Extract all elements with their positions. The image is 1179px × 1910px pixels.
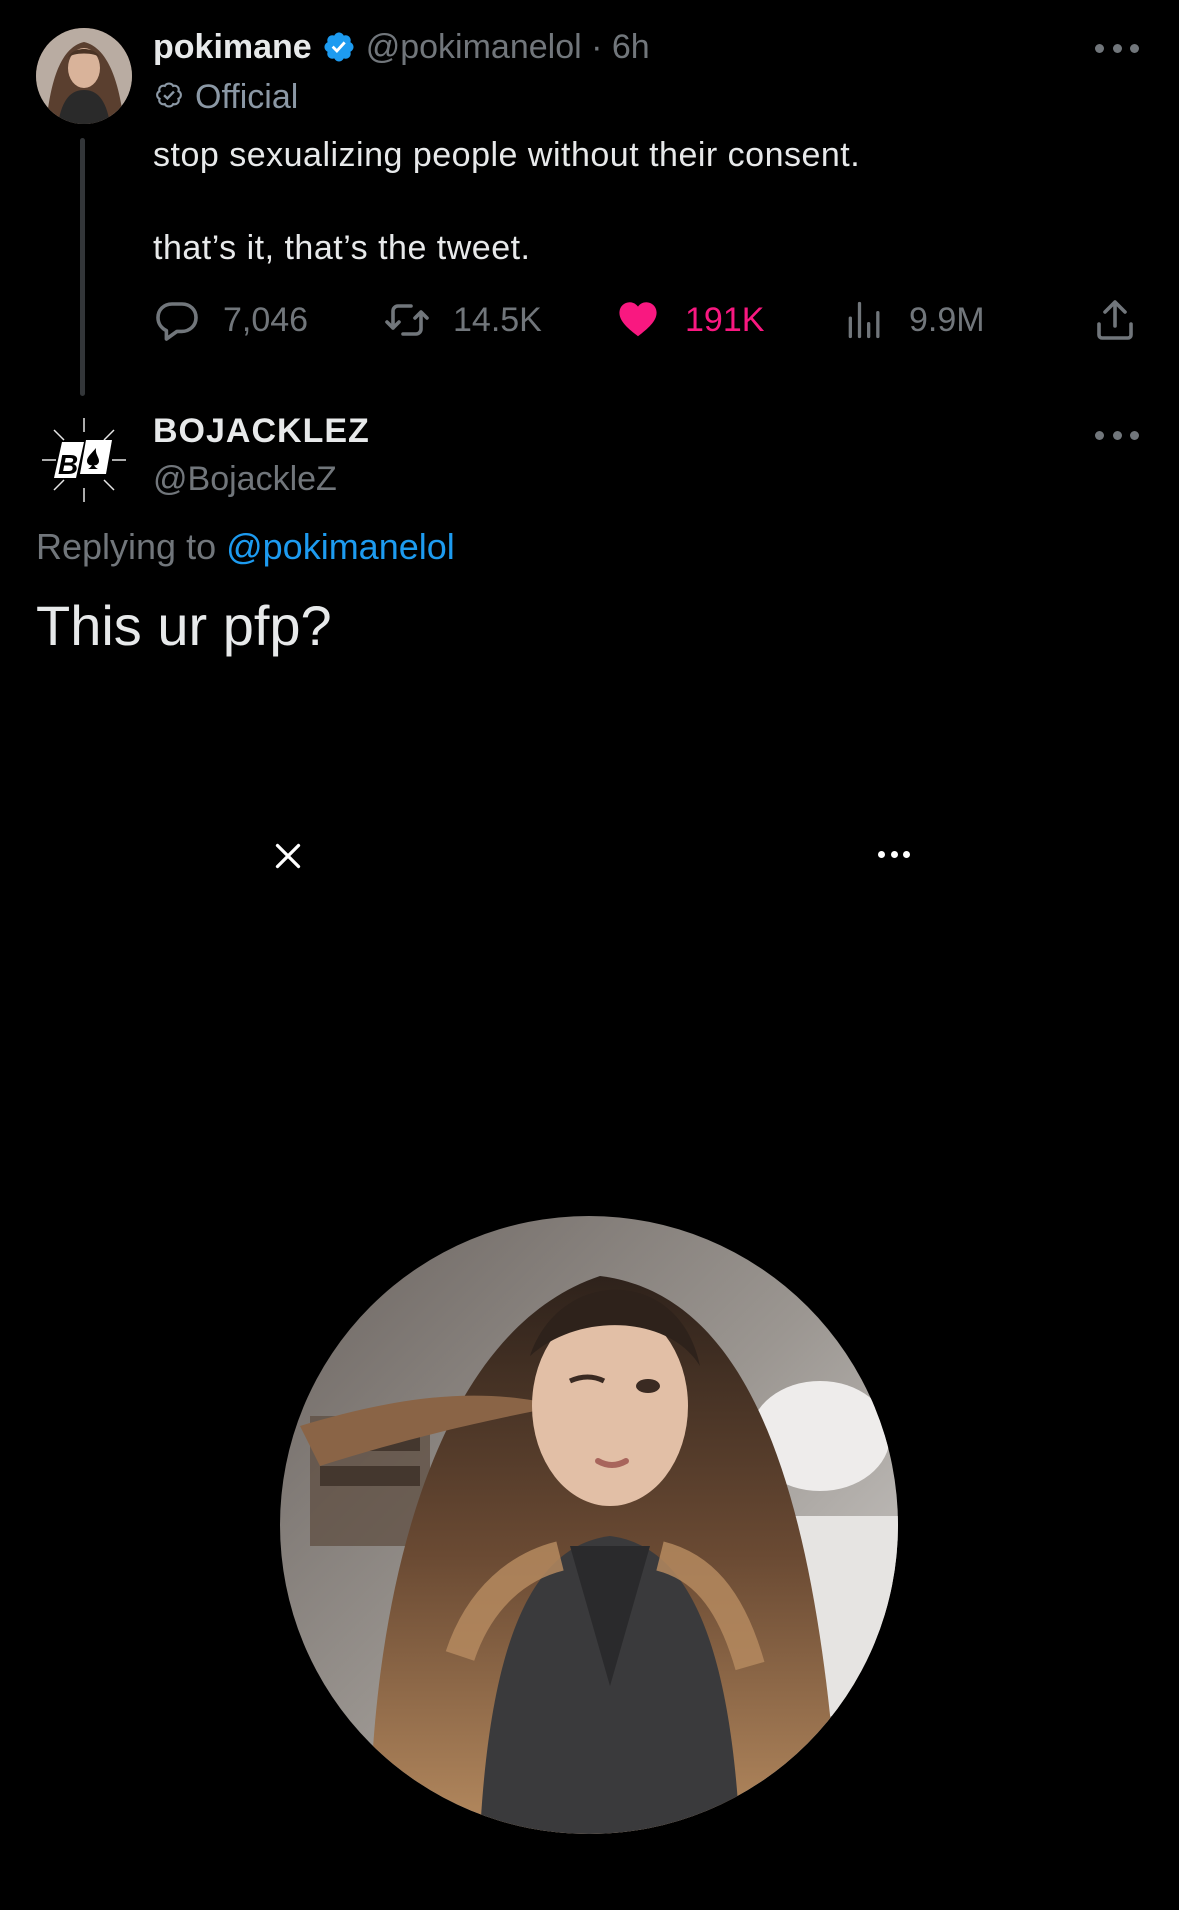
more-icon[interactable]	[1095, 428, 1139, 442]
more-icon[interactable]	[878, 847, 910, 861]
share-button[interactable]	[1091, 292, 1139, 348]
views-icon	[843, 296, 887, 344]
profile-picture	[280, 1216, 898, 1834]
replying-to: Replying to @pokimanelol	[36, 526, 455, 568]
author-display-name[interactable]: pokimane	[153, 28, 312, 67]
tweet-text-line: stop sexualizing people without their co…	[153, 136, 861, 174]
official-affiliation: Official	[153, 78, 298, 117]
reply-author-display-name[interactable]: BOJACKLEZ	[153, 412, 370, 451]
reply-button[interactable]: 7,046	[153, 292, 308, 348]
tweet-actions: 7,046 14.5K 191K 9.9M	[153, 292, 1138, 348]
replying-to-prefix: Replying to	[36, 526, 227, 567]
official-check-icon	[153, 79, 185, 116]
reply-author-handle[interactable]: @BojackleZ	[153, 460, 337, 499]
tweet-text: stop sexualizing people without their co…	[153, 132, 860, 271]
author-handle-time[interactable]: @pokimanelol · 6h	[366, 28, 650, 67]
views-button[interactable]: 9.9M	[843, 292, 985, 348]
tweet-text-line: that’s it, that’s the tweet.	[153, 229, 531, 267]
views-count: 9.9M	[909, 300, 985, 339]
retweet-button[interactable]: 14.5K	[383, 292, 542, 348]
verified-badge-icon	[322, 30, 356, 64]
more-icon[interactable]	[1095, 41, 1139, 55]
retweet-icon	[383, 296, 431, 344]
svg-text:B: B	[58, 449, 78, 480]
heart-icon	[613, 295, 663, 345]
thread-line	[80, 138, 85, 396]
reply-icon	[153, 296, 201, 344]
share-icon	[1091, 296, 1139, 344]
replying-to-mention[interactable]: @pokimanelol	[226, 526, 455, 567]
official-label: Official	[195, 78, 299, 116]
like-count: 191K	[685, 300, 765, 339]
author-avatar[interactable]	[36, 28, 132, 124]
close-icon[interactable]	[270, 838, 306, 874]
reply-count: 7,046	[223, 300, 309, 339]
reply-text: This ur pfp?	[36, 594, 332, 657]
author-name-row: pokimane @pokimanelol · 6h	[153, 22, 650, 72]
reply-author-avatar[interactable]: B	[36, 412, 132, 508]
like-button[interactable]: 191K	[613, 292, 764, 348]
retweet-count: 14.5K	[453, 300, 542, 339]
